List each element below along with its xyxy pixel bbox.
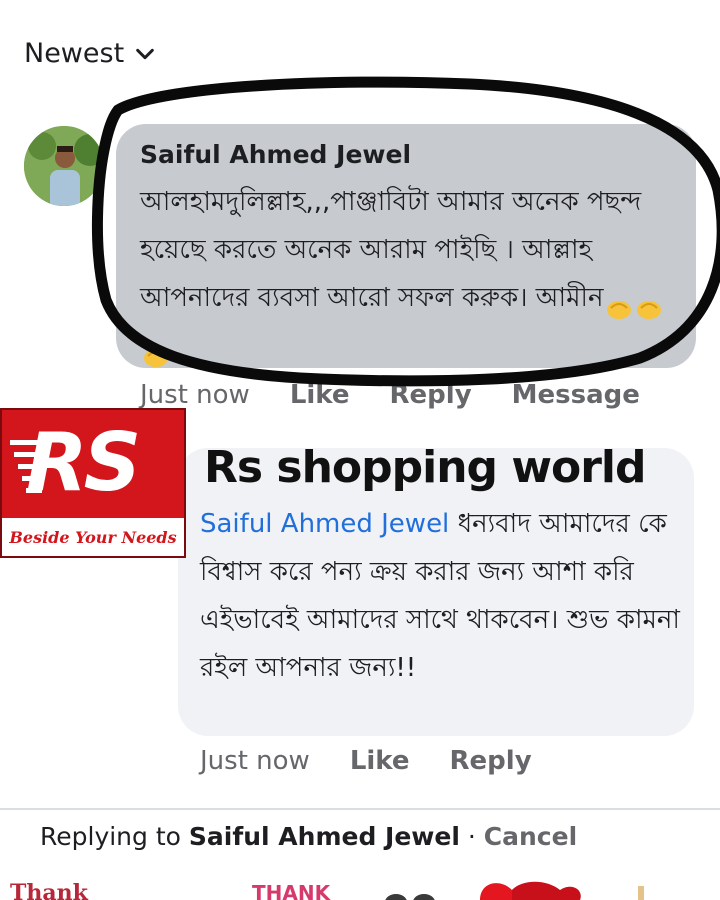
sticker-edge: [638, 886, 644, 900]
sort-label: Newest: [24, 38, 125, 69]
sort-dropdown[interactable]: Newest: [24, 38, 156, 69]
sticker-eyes[interactable]: [385, 894, 435, 900]
chevron-down-icon: [136, 48, 154, 59]
replying-bar: Replying to Saiful Ahmed Jewel · Cancel: [40, 822, 577, 851]
folded-hands-emoji: [142, 336, 170, 367]
avatar[interactable]: [24, 126, 104, 206]
replying-separator: ·: [459, 822, 484, 851]
folded-hands-emoji: [635, 288, 663, 319]
comment-timestamp: Just now: [140, 380, 250, 410]
reply-timestamp: Just now: [200, 746, 310, 776]
replying-name: Saiful Ahmed Jewel: [188, 822, 460, 851]
reply-page-name[interactable]: Rs shopping world: [204, 442, 646, 493]
comment-text: আলহামদুলিল্লাহ,,,পাঞ্জাবিটা আমার অনেক পছ…: [140, 178, 688, 370]
folded-hands-emoji: [605, 288, 633, 319]
comment-actions: Just now Like Reply Message: [140, 380, 640, 410]
message-button[interactable]: Message: [512, 380, 640, 410]
logo-initials: RS: [26, 416, 141, 509]
like-button[interactable]: Like: [290, 380, 350, 410]
reply-like-button[interactable]: Like: [350, 746, 410, 776]
replying-prefix: Replying to: [40, 822, 181, 851]
reply-actions: Just now Like Reply: [200, 746, 532, 776]
sticker-text: Thank: [10, 880, 89, 900]
reply-button[interactable]: Reply: [390, 380, 472, 410]
sticker-thank-label: THANK: [252, 881, 332, 900]
heart-sticker[interactable]: [480, 881, 581, 900]
reply-mention[interactable]: Saiful Ahmed Jewel: [200, 509, 449, 539]
reply-reply-button[interactable]: Reply: [450, 746, 532, 776]
sticker-strip: Thank THANK: [0, 876, 720, 900]
cancel-reply-button[interactable]: Cancel: [484, 822, 577, 851]
comment-body: আলহামদুলিল্লাহ,,,পাঞ্জাবিটা আমার অনেক পছ…: [140, 187, 642, 313]
thank-sticker[interactable]: THANK: [252, 881, 332, 900]
avatar-photo: [24, 126, 104, 206]
logo-tagline: Beside Your Needs: [2, 518, 184, 556]
divider: [0, 808, 720, 810]
rs-logo[interactable]: RS Beside Your Needs: [0, 408, 186, 558]
comment-author[interactable]: Saiful Ahmed Jewel: [140, 140, 411, 169]
thank-you-sticker[interactable]: Thank: [10, 880, 89, 900]
reply-text: Saiful Ahmed Jewel ধন্যবাদ আমাদের কে বিশ…: [200, 500, 680, 692]
